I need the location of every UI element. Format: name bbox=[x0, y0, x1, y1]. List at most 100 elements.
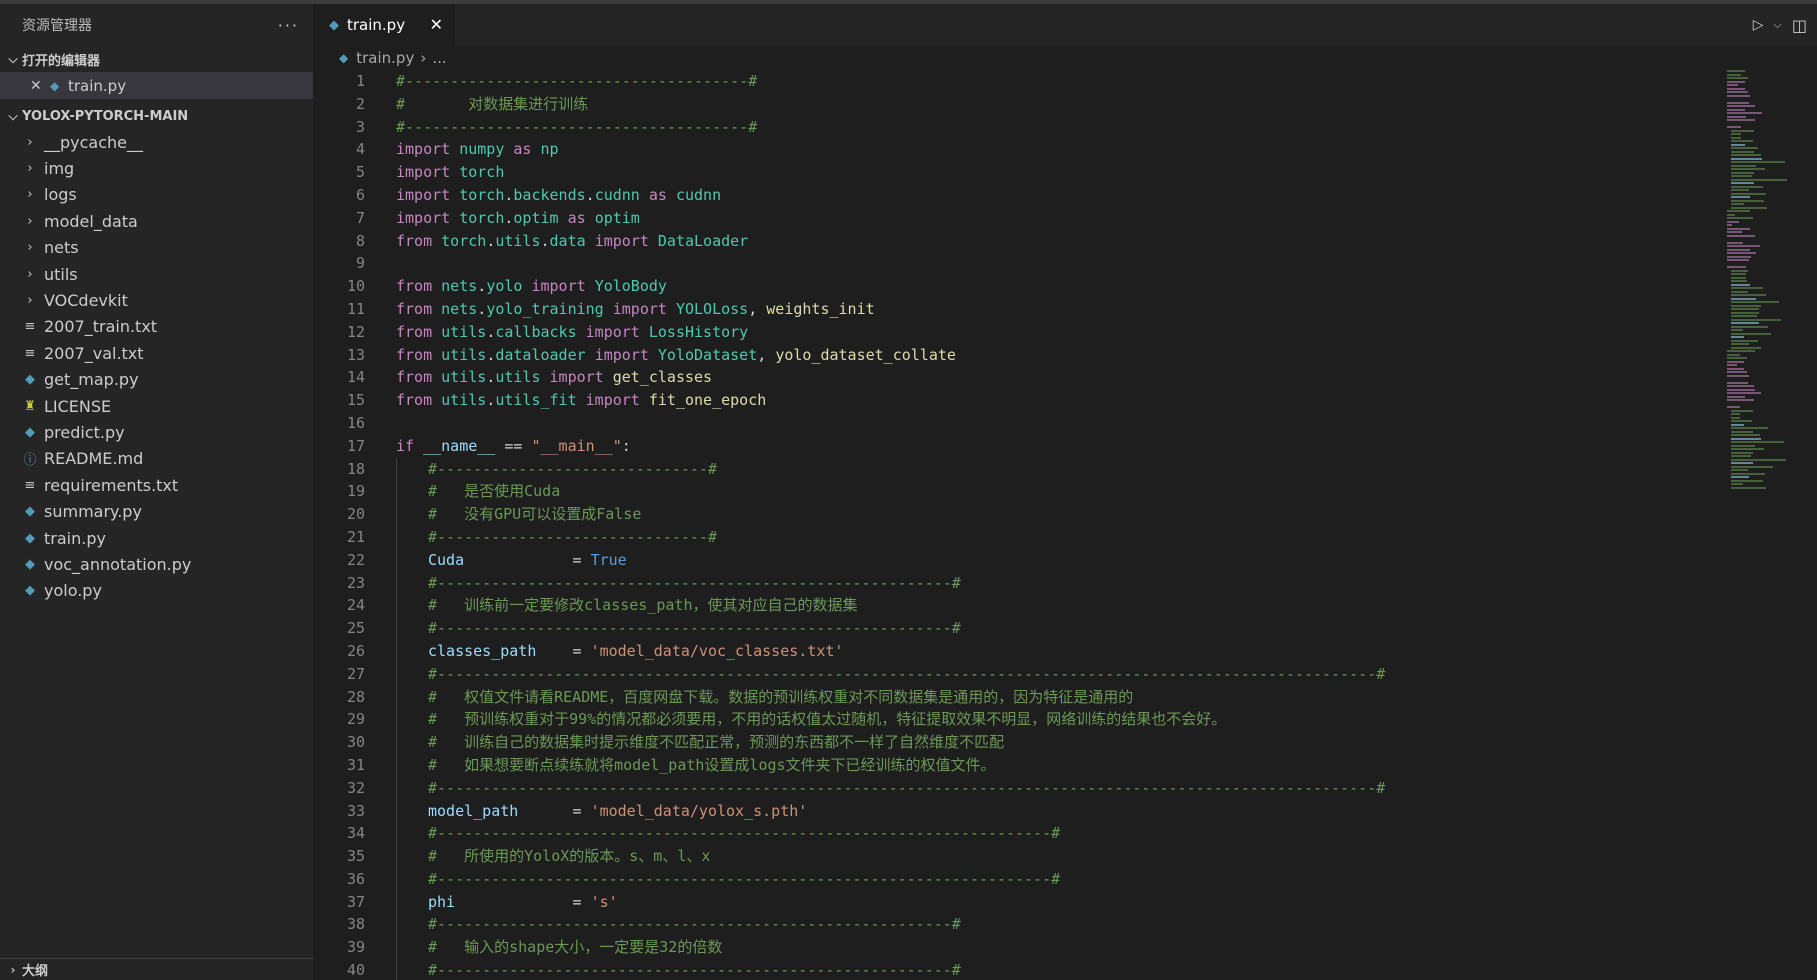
play-icon[interactable]: ▷ bbox=[1753, 17, 1764, 33]
tree-folder[interactable]: › img bbox=[0, 155, 313, 181]
code-line[interactable]: 9 bbox=[313, 252, 1713, 275]
code-line[interactable]: 28 # 权值文件请看README，百度网盘下载。数据的预训练权重对不同数据集是通… bbox=[313, 685, 1713, 709]
code-line[interactable]: 26 classes_path = 'model_data/voc_classes… bbox=[313, 639, 1713, 663]
code-line[interactable]: 38 #-------------------------------------… bbox=[313, 913, 1713, 937]
minimap-line bbox=[1727, 213, 1736, 216]
code-line[interactable]: 2 # 对数据集进行训练 bbox=[313, 93, 1713, 116]
tree-file[interactable]: ≡ 2007_val.txt bbox=[0, 340, 313, 366]
indent-guide bbox=[396, 685, 397, 709]
close-icon[interactable]: ✕ bbox=[430, 15, 443, 34]
tree-file[interactable]: ◆ summary.py bbox=[0, 498, 313, 524]
code-line[interactable]: 30 # 训练自己的数据集时提示维度不匹配正常，预测的东西都不一样了自然维度不匹配 bbox=[313, 731, 1713, 754]
tree-file[interactable]: ◆ predict.py bbox=[0, 419, 313, 445]
line-number: 5 bbox=[355, 163, 365, 182]
close-icon[interactable]: ✕ bbox=[30, 78, 50, 94]
line-text: Cuda = True bbox=[428, 549, 627, 572]
code-line[interactable]: 31 # 如果想要断点续练就将model_path设置成logs文件夹下已经训练的… bbox=[313, 753, 1713, 777]
outline-header[interactable]: › 大纲 bbox=[0, 958, 313, 980]
code-token: #---------------------------------------… bbox=[428, 573, 961, 592]
tree-file[interactable]: ♜ LICENSE bbox=[0, 393, 313, 419]
tree-file[interactable]: ≡ requirements.txt bbox=[0, 472, 313, 498]
code-line[interactable]: 21 #------------------------------# bbox=[313, 525, 1713, 549]
tree-folder[interactable]: › utils bbox=[0, 261, 313, 287]
code-line[interactable]: 15 from utils.utils_fit import fit_one_ep… bbox=[313, 389, 1713, 412]
code-line[interactable]: 7 import torch.optim as optim bbox=[313, 207, 1713, 230]
breadcrumb-rest[interactable]: ... bbox=[432, 49, 446, 67]
code-line[interactable]: 17 if __name__ == "__main__": bbox=[313, 435, 1713, 458]
code-line[interactable]: 35 # 所使用的YoloX的版本。s、m、l、x bbox=[313, 845, 1713, 868]
code-token: # 输入的shape大小，一定要是32的倍数 bbox=[428, 938, 723, 957]
split-editor-icon[interactable]: ◫ bbox=[1792, 16, 1807, 35]
minimap-line bbox=[1727, 388, 1755, 391]
python-file-icon: ◆ bbox=[25, 530, 35, 546]
code-line[interactable]: 16 bbox=[313, 412, 1713, 435]
code-line[interactable]: 13 from utils.dataloader import YoloDatas… bbox=[313, 344, 1713, 367]
tree-folder[interactable]: › nets bbox=[0, 235, 313, 261]
tree-folder[interactable]: › __pycache__ bbox=[0, 129, 313, 155]
minimap-line bbox=[1731, 444, 1755, 447]
minimap[interactable] bbox=[1727, 70, 1817, 500]
code-line[interactable]: 12 from utils.callbacks import LossHistor… bbox=[313, 321, 1713, 344]
tree-folder[interactable]: › logs bbox=[0, 182, 313, 208]
tree-folder[interactable]: › VOCdevkit bbox=[0, 287, 313, 313]
chevron-right-icon: › bbox=[420, 49, 427, 67]
code-line[interactable]: 11 from nets.yolo_training import YOLOLos… bbox=[313, 298, 1713, 321]
code-line[interactable]: 20 # 没有GPU可以设置成False bbox=[313, 503, 1713, 526]
code-editor[interactable]: 1 #--------------------------------------… bbox=[313, 70, 1713, 980]
open-editor-item-train[interactable]: ✕ ◆ train.py bbox=[0, 72, 313, 99]
code-line[interactable]: 34 #-------------------------------------… bbox=[313, 822, 1713, 846]
code-line[interactable]: 37 phi = 's' bbox=[313, 890, 1713, 914]
tree-folder[interactable]: › model_data bbox=[0, 208, 313, 234]
tree-file[interactable]: ⓘ README.md bbox=[0, 446, 313, 472]
tab-train-py[interactable]: ◆ train.py ✕ bbox=[313, 4, 455, 46]
code-line[interactable]: 36 #-------------------------------------… bbox=[313, 867, 1713, 891]
open-editors-header[interactable]: ⌵ 打开的编辑器 bbox=[0, 46, 313, 72]
code-line[interactable]: 32 #-------------------------------------… bbox=[313, 776, 1713, 800]
code-line[interactable]: 3 #--------------------------------------… bbox=[313, 116, 1713, 139]
tree-file[interactable]: ≡ 2007_train.txt bbox=[0, 314, 313, 340]
more-actions-button[interactable]: ··· bbox=[278, 16, 299, 35]
code-line[interactable]: 29 # 预训练权重对于99%的情况都必须要用，不用的话权值太过随机，特征提取效果… bbox=[313, 708, 1713, 732]
code-line[interactable]: 19 # 是否使用Cuda bbox=[313, 480, 1713, 504]
code-line[interactable]: 14 from utils.utils import get_classes bbox=[313, 366, 1713, 389]
code-token: # 预训练权重对于99%的情况都必须要用，不用的话权值太过随机，特征提取效果不明… bbox=[428, 710, 1227, 729]
tree-file[interactable]: ◆ yolo.py bbox=[0, 578, 313, 604]
code-token: , bbox=[748, 299, 767, 318]
code-token: callbacks bbox=[495, 322, 577, 341]
project-header[interactable]: ⌵ YOLOX-PYTORCH-MAIN bbox=[0, 103, 313, 129]
code-line[interactable]: 22 Cuda = True bbox=[313, 548, 1713, 572]
code-line[interactable]: 10 from nets.yolo import YoloBody bbox=[313, 275, 1713, 298]
code-line[interactable]: 40 #-------------------------------------… bbox=[313, 959, 1713, 980]
minimap-line bbox=[1731, 171, 1754, 174]
breadcrumb-file[interactable]: train.py bbox=[356, 49, 414, 67]
python-file-icon: ◆ bbox=[25, 424, 35, 440]
minimap-line bbox=[1727, 406, 1740, 408]
code-line[interactable]: 39 # 输入的shape大小，一定要是32的倍数 bbox=[313, 936, 1713, 960]
tree-file[interactable]: ◆ voc_annotation.py bbox=[0, 551, 313, 577]
line-number: 6 bbox=[355, 185, 365, 204]
line-number: 21 bbox=[346, 527, 365, 546]
code-line[interactable]: 24 # 训练前一定要修改classes_path，使其对应自己的数据集 bbox=[313, 594, 1713, 618]
tree-file[interactable]: ◆ train.py bbox=[0, 525, 313, 551]
tree-file[interactable]: ◆ get_map.py bbox=[0, 367, 313, 393]
chevron-down-icon[interactable]: ⌵ bbox=[1774, 18, 1782, 32]
code-line[interactable]: 33 model_path = 'model_data/yolox_s.pth' bbox=[313, 799, 1713, 823]
code-line[interactable]: 18 #------------------------------# bbox=[313, 457, 1713, 481]
code-line[interactable]: 8 from torch.utils.data import DataLoader bbox=[313, 230, 1713, 253]
code-line[interactable]: 25 #-------------------------------------… bbox=[313, 617, 1713, 640]
code-token: from bbox=[396, 231, 433, 250]
code-line[interactable]: 27 #-------------------------------------… bbox=[313, 662, 1713, 686]
code-line[interactable]: 4 import numpy as np bbox=[313, 138, 1713, 161]
code-line[interactable]: 6 import torch.backends.cudnn as cudnn bbox=[313, 184, 1713, 207]
explorer-title: 资源管理器 bbox=[22, 18, 92, 34]
minimap-line bbox=[1727, 70, 1745, 72]
code-line[interactable]: 5 import torch bbox=[313, 161, 1713, 184]
code-line[interactable]: 23 #-------------------------------------… bbox=[313, 571, 1713, 595]
line-number: 16 bbox=[346, 413, 365, 432]
code-line[interactable]: 1 #--------------------------------------… bbox=[313, 70, 1713, 93]
minimap-line bbox=[1731, 308, 1760, 310]
